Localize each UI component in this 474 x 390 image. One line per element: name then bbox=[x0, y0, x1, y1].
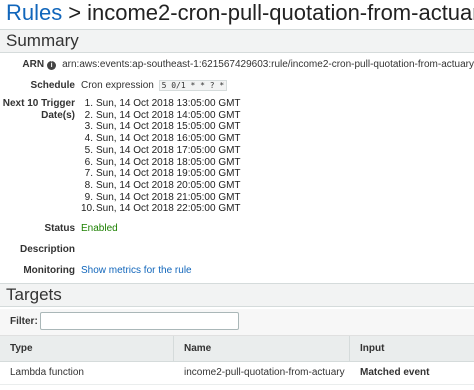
target-name-link[interactable]: income2-pull-quotation-from-actuary bbox=[174, 362, 350, 384]
trigger-date-item: 2. Sun, 14 Oct 2018 14:05:00 GMT bbox=[81, 110, 241, 122]
trigger-date-item: 10.Sun, 14 Oct 2018 22:05:00 GMT bbox=[81, 203, 241, 215]
trigger-date-item: 5. Sun, 14 Oct 2018 17:05:00 GMT bbox=[81, 145, 241, 157]
trigger-date-number: 5. bbox=[84, 144, 93, 156]
trigger-date-number: 4. bbox=[84, 133, 93, 145]
breadcrumb-separator: > bbox=[68, 0, 82, 25]
trigger-date-item: 4. Sun, 14 Oct 2018 16:05:00 GMT bbox=[81, 133, 241, 145]
status-row: Status Enabled bbox=[0, 222, 474, 235]
schedule-row: Schedule Cron expression 5 0/1 * * ? * bbox=[0, 79, 474, 92]
trigger-date-item: 1. Sun, 14 Oct 2018 13:05:00 GMT bbox=[81, 98, 241, 110]
info-icon[interactable]: i bbox=[47, 61, 57, 70]
monitoring-row: Monitoring Show metrics for the rule bbox=[0, 264, 474, 277]
trigger-date-value: Sun, 14 Oct 2018 13:05:00 GMT bbox=[96, 98, 241, 109]
trigger-date-value: Sun, 14 Oct 2018 20:05:00 GMT bbox=[96, 179, 241, 191]
status-label: Status bbox=[44, 223, 75, 234]
trigger-date-number: 7. bbox=[84, 168, 93, 180]
filter-input[interactable] bbox=[40, 312, 239, 330]
trigger-date-number: 2. bbox=[84, 109, 93, 121]
schedule-value: Cron expression 5 0/1 * * ? * bbox=[81, 79, 228, 92]
trigger-date-item: 8. Sun, 14 Oct 2018 20:05:00 GMT bbox=[81, 180, 241, 192]
triggers-label: Next 10 Trigger Date(s) bbox=[2, 98, 75, 121]
targets-title: Targets bbox=[6, 285, 62, 304]
triggers-row: Next 10 Trigger Date(s) 1. Sun, 14 Oct 20… bbox=[0, 98, 474, 215]
breadcrumb-rules-link[interactable]: Rules bbox=[6, 0, 62, 26]
trigger-date-number: 1. bbox=[84, 98, 93, 109]
trigger-date-number: 8. bbox=[84, 179, 93, 191]
summary-title: Summary bbox=[6, 31, 79, 50]
description-label: Description bbox=[19, 244, 75, 255]
arn-row: ARN i arn:aws:events:ap-southeast-1:62156… bbox=[0, 58, 474, 71]
trigger-date-number: 9. bbox=[84, 191, 93, 203]
trigger-date-value: Sun, 14 Oct 2018 17:05:00 GMT bbox=[96, 144, 241, 156]
trigger-date-number: 6. bbox=[84, 156, 93, 168]
table-row[interactable]: Lambda function income2-pull-quotation-f… bbox=[0, 362, 474, 385]
targets-section-header: Targets bbox=[0, 283, 474, 307]
filter-label: Filter: bbox=[10, 316, 38, 327]
trigger-date-number: 10. bbox=[81, 203, 95, 215]
column-header-type[interactable]: Type bbox=[0, 336, 174, 361]
target-type: Lambda function bbox=[10, 367, 84, 378]
targets-table-header: Type Name Input bbox=[0, 336, 474, 362]
monitoring-label: Monitoring bbox=[23, 265, 75, 276]
trigger-date-item: 9. Sun, 14 Oct 2018 21:05:00 GMT bbox=[81, 192, 241, 204]
trigger-date-value: Sun, 14 Oct 2018 19:05:00 GMT bbox=[96, 168, 241, 180]
arn-value: arn:aws:events:ap-southeast-1:6215674296… bbox=[62, 59, 474, 70]
target-input: Matched event bbox=[360, 367, 430, 378]
trigger-date-value: Sun, 14 Oct 2018 18:05:00 GMT bbox=[96, 156, 241, 168]
summary-section-header: Summary bbox=[0, 29, 474, 53]
filter-bar: Filter: bbox=[0, 309, 474, 336]
trigger-date-value: Sun, 14 Oct 2018 14:05:00 GMT bbox=[96, 109, 241, 121]
arn-label: ARN i bbox=[0, 58, 62, 71]
column-header-input[interactable]: Input bbox=[350, 336, 474, 361]
status-badge: Enabled bbox=[81, 223, 118, 234]
trigger-dates-list: 1. Sun, 14 Oct 2018 13:05:00 GMT 2. Sun, 14… bbox=[81, 98, 241, 215]
column-header-name[interactable]: Name bbox=[174, 336, 350, 361]
schedule-type: Cron expression bbox=[81, 80, 154, 91]
cron-expression: 5 0/1 * * ? * bbox=[158, 80, 228, 91]
schedule-label: Schedule bbox=[30, 80, 75, 91]
show-metrics-link[interactable]: Show metrics for the rule bbox=[81, 264, 192, 277]
description-row: Description bbox=[0, 243, 474, 256]
trigger-date-value: Sun, 14 Oct 2018 21:05:00 GMT bbox=[96, 191, 241, 203]
breadcrumb: Rules > income2-cron-pull-quotation-from… bbox=[6, 0, 474, 28]
trigger-date-item: 3. Sun, 14 Oct 2018 15:05:00 GMT bbox=[81, 121, 241, 133]
trigger-date-value: Sun, 14 Oct 2018 22:05:00 GMT bbox=[96, 203, 241, 215]
trigger-date-value: Sun, 14 Oct 2018 16:05:00 GMT bbox=[96, 133, 241, 145]
trigger-date-item: 6. Sun, 14 Oct 2018 18:05:00 GMT bbox=[81, 157, 241, 169]
trigger-date-value: Sun, 14 Oct 2018 15:05:00 GMT bbox=[96, 121, 241, 133]
page-title: income2-cron-pull-quotation-from-actuary bbox=[87, 0, 474, 25]
trigger-date-number: 3. bbox=[84, 121, 93, 133]
trigger-date-item: 7. Sun, 14 Oct 2018 19:05:00 GMT bbox=[81, 168, 241, 180]
